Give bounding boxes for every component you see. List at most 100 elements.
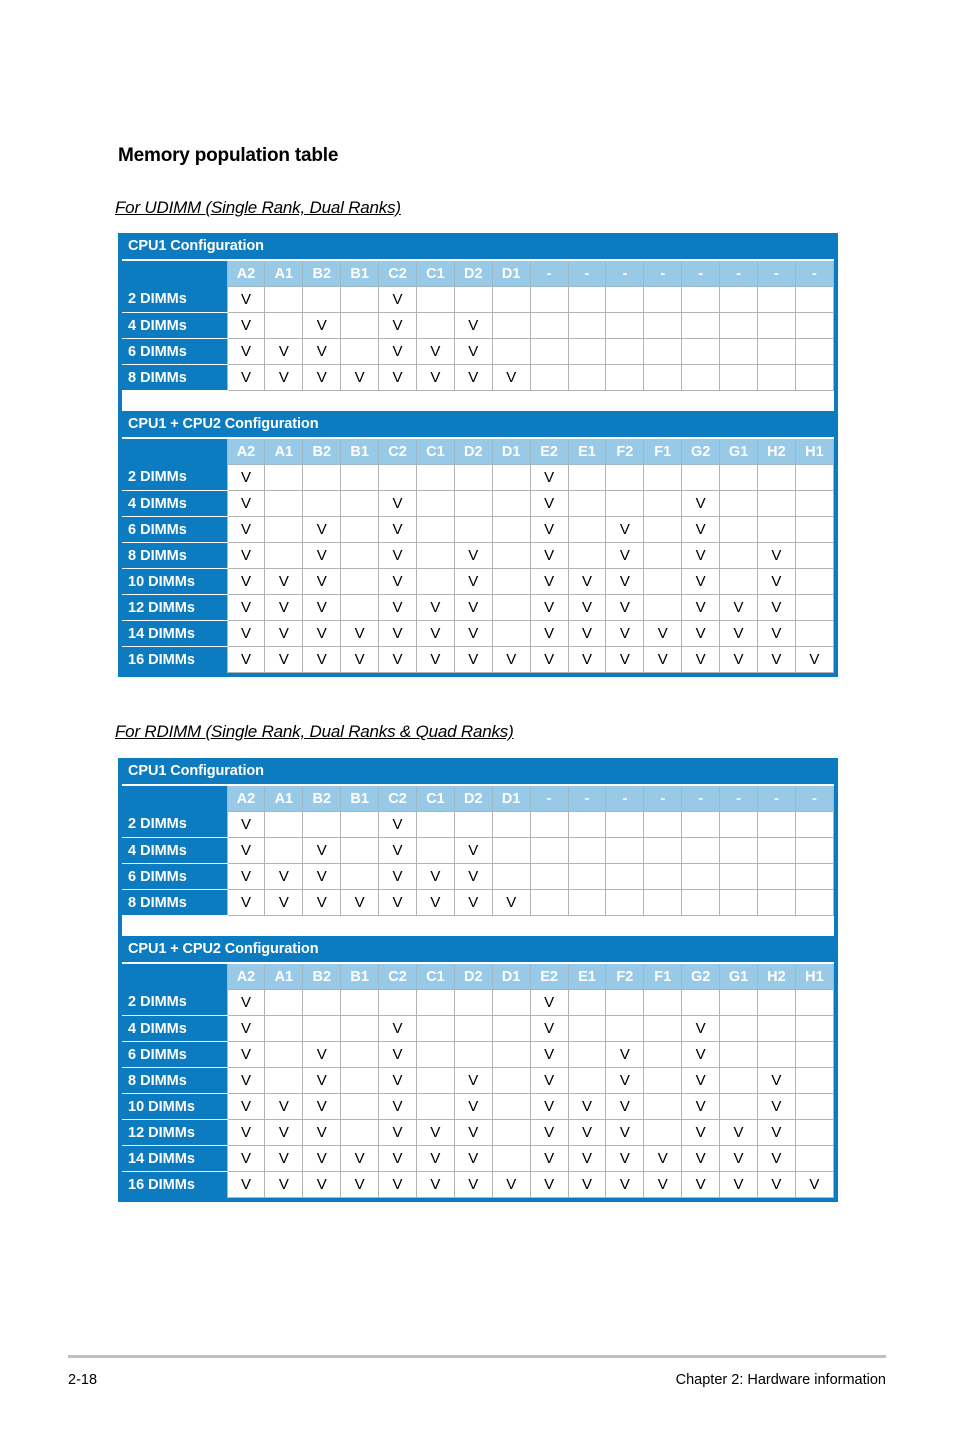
- cell-empty: [264, 516, 304, 543]
- cell-populated: V: [453, 1119, 493, 1146]
- column-header-row: A2 A1 B2 B1 C2 C1 D2 D1- - - - - - - -: [122, 259, 835, 287]
- column-header-e1: E1: [567, 437, 607, 465]
- cell-empty: [340, 1093, 380, 1120]
- cell-empty: [567, 464, 607, 491]
- cell-empty: [681, 464, 721, 491]
- cell-populated: V: [378, 889, 417, 916]
- cell-empty: [340, 338, 380, 365]
- column-header-c1: C1: [415, 259, 455, 287]
- cell-empty: [567, 863, 607, 890]
- cell-empty: [605, 1015, 645, 1042]
- cell-populated: V: [681, 516, 721, 543]
- cell-populated: V: [529, 1093, 569, 1120]
- column-header-g2: G2: [681, 437, 721, 465]
- cell-empty: [643, 464, 683, 491]
- column-header-empty: -: [794, 259, 835, 287]
- cell-populated: V: [643, 646, 683, 673]
- cell-empty: [643, 1119, 683, 1146]
- cell-populated: V: [491, 1171, 531, 1198]
- cell-empty: [643, 594, 683, 621]
- cell-empty: [415, 1015, 455, 1042]
- cell-empty: [415, 1093, 455, 1120]
- cell-empty: [567, 889, 607, 916]
- cell-populated: V: [302, 646, 342, 673]
- cell-populated: V: [605, 542, 645, 569]
- cell-empty: [794, 889, 835, 916]
- column-header-empty: -: [756, 784, 796, 812]
- column-header-a1: A1: [264, 962, 304, 990]
- table-row: 2 DIMMs V V: [122, 989, 835, 1016]
- cell-populated: V: [605, 620, 645, 647]
- cell-populated: V: [226, 594, 266, 621]
- cell-empty: [719, 364, 758, 391]
- column-header-b1: B1: [340, 962, 380, 990]
- cell-empty: [643, 863, 683, 890]
- cell-empty: [567, 542, 607, 569]
- cell-populated: V: [378, 1171, 417, 1198]
- cell-populated: V: [378, 1145, 417, 1172]
- column-header-b2: B2: [302, 437, 342, 465]
- cell-populated: V: [378, 1015, 417, 1042]
- cell-empty: [794, 620, 835, 647]
- table-row: 14 DIMMs V V V V V V V V V V V V V V: [122, 1145, 835, 1172]
- cell-populated: V: [681, 620, 721, 647]
- table-row: 2 DIMMs V V: [122, 286, 835, 313]
- cell-populated: V: [453, 312, 493, 339]
- column-header-f2: F2: [605, 962, 645, 990]
- cell-populated: V: [264, 1171, 304, 1198]
- cell-empty: [567, 286, 607, 313]
- cell-empty: [794, 811, 835, 838]
- cell-empty: [415, 811, 455, 838]
- cell-populated: V: [378, 568, 417, 595]
- cell-empty: [264, 811, 304, 838]
- cell-populated: V: [605, 1171, 645, 1198]
- row-label: 6 DIMMs: [122, 1041, 228, 1068]
- row-label: 2 DIMMs: [122, 811, 228, 838]
- cell-populated: V: [378, 364, 417, 391]
- cell-populated: V: [529, 594, 569, 621]
- cell-empty: [340, 837, 380, 864]
- cell-populated: V: [605, 1119, 645, 1146]
- document-page: Memory population table For UDIMM (Singl…: [0, 0, 954, 1438]
- cell-empty: [415, 286, 455, 313]
- cell-populated: V: [453, 594, 493, 621]
- cell-empty: [340, 490, 380, 517]
- column-header-a2: A2: [226, 784, 266, 812]
- cell-empty: [605, 490, 645, 517]
- cell-populated: V: [340, 620, 380, 647]
- table-title: CPU1 Configuration: [122, 758, 834, 786]
- cell-empty: [605, 338, 645, 365]
- cell-empty: [719, 338, 758, 365]
- cell-populated: V: [226, 364, 266, 391]
- cell-populated: V: [226, 286, 266, 313]
- cell-empty: [567, 811, 607, 838]
- cell-populated: V: [719, 594, 758, 621]
- column-header-empty: -: [719, 259, 758, 287]
- cell-empty: [756, 811, 796, 838]
- table-spacer-band: [122, 390, 834, 411]
- cell-empty: [643, 286, 683, 313]
- cell-populated: V: [681, 490, 721, 517]
- cell-populated: V: [415, 338, 455, 365]
- cell-populated: V: [378, 863, 417, 890]
- cell-populated: V: [491, 646, 531, 673]
- cell-populated: V: [567, 1171, 607, 1198]
- cell-populated: V: [453, 568, 493, 595]
- cell-empty: [340, 568, 380, 595]
- column-header-a2: A2: [226, 437, 266, 465]
- cell-populated: V: [378, 338, 417, 365]
- cell-empty: [264, 1067, 304, 1094]
- cell-populated: V: [302, 1067, 342, 1094]
- cell-empty: [681, 889, 721, 916]
- column-header-empty: -: [681, 259, 721, 287]
- cell-empty: [491, 620, 531, 647]
- cell-empty: [756, 312, 796, 339]
- cell-populated: V: [226, 1041, 266, 1068]
- column-header-c2: C2: [378, 437, 417, 465]
- cell-empty: [719, 286, 758, 313]
- cell-empty: [567, 989, 607, 1016]
- cell-empty: [756, 1041, 796, 1068]
- column-header-b1: B1: [340, 437, 380, 465]
- cell-empty: [415, 1041, 455, 1068]
- column-header-d1: D1: [491, 437, 531, 465]
